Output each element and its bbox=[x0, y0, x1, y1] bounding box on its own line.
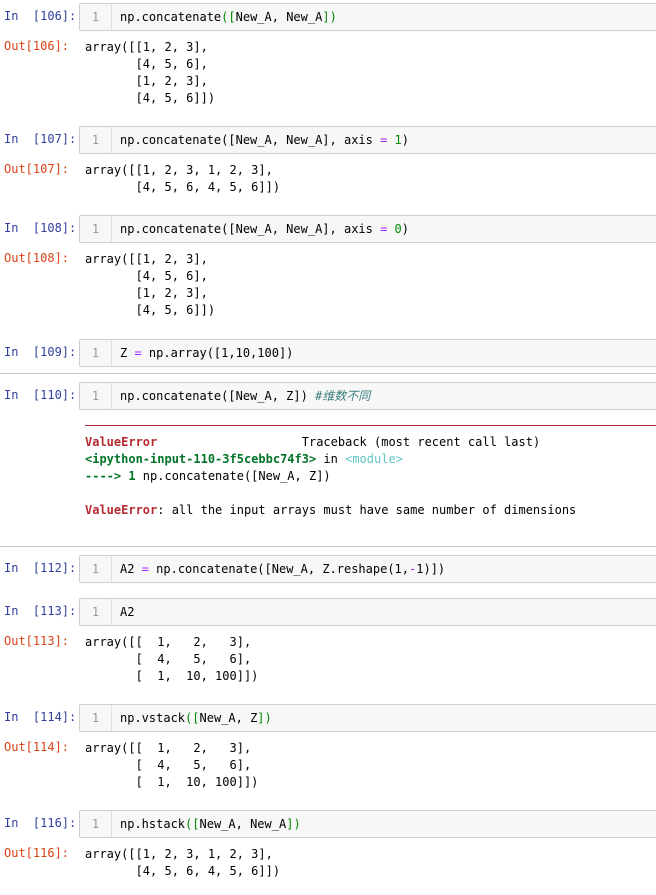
output-prompt: Out[107]: bbox=[4, 162, 70, 176]
line-number: 1 bbox=[80, 4, 112, 30]
output-line: [4, 5, 6], bbox=[85, 57, 208, 71]
cell-divider bbox=[0, 546, 656, 547]
output-prompt: Out[116]: bbox=[4, 846, 70, 860]
error-separator bbox=[85, 425, 656, 426]
code-input[interactable]: 1 Z = np.array([1,10,100]) bbox=[79, 339, 656, 367]
code-line: A2 bbox=[120, 605, 135, 619]
error-message-name: ValueError bbox=[85, 503, 158, 517]
output-line: [1, 2, 3], bbox=[85, 74, 208, 88]
line-number: 1 bbox=[80, 216, 112, 242]
line-number: 1 bbox=[80, 599, 112, 625]
output-line: array([[1, 2, 3, 1, 2, 3], bbox=[85, 163, 273, 177]
error-code: np.concatenate([New_A, Z]) bbox=[135, 469, 331, 483]
code-input[interactable]: 1 np.concatenate([New_A, New_A], axis = … bbox=[79, 215, 656, 243]
error-name: ValueError bbox=[85, 435, 158, 449]
output-area: array([[1, 2, 3, 1, 2, 3], [4, 5, 6, 4, … bbox=[85, 162, 280, 196]
output-line: [ 1, 10, 100]]) bbox=[85, 775, 259, 789]
input-prompt: In [106]: bbox=[4, 9, 77, 23]
code-input[interactable]: 1 np.concatenate([New_A, New_A], axis = … bbox=[79, 126, 656, 154]
code-line: np.concatenate([New_A, New_A], axis = 0) bbox=[120, 222, 410, 236]
output-line: [4, 5, 6]]) bbox=[85, 91, 216, 105]
output-area: array([[1, 2, 3], [4, 5, 6], [1, 2, 3], … bbox=[85, 251, 215, 319]
output-line: array([[ 1, 2, 3], bbox=[85, 635, 252, 649]
output-line: [4, 5, 6, 4, 5, 6]]) bbox=[85, 180, 281, 194]
input-prompt: In [114]: bbox=[4, 710, 77, 724]
input-prompt: In [109]: bbox=[4, 345, 77, 359]
error-arrow: ----> bbox=[85, 469, 122, 483]
error-location: <ipython-input-110-3f5cebbc74f3> bbox=[85, 452, 317, 466]
output-line: array([[1, 2, 3], bbox=[85, 252, 208, 266]
traceback-header: Traceback (most recent call last) bbox=[301, 435, 541, 449]
error-message: : all the input arrays must have same nu… bbox=[157, 503, 577, 517]
output-line: array([[1, 2, 3], bbox=[85, 40, 208, 54]
code-line: np.concatenate([New_A, Z]) #维数不同 bbox=[120, 389, 371, 403]
line-number: 1 bbox=[80, 556, 112, 582]
output-area: array([[ 1, 2, 3], [ 4, 5, 6], [ 1, 10, … bbox=[85, 740, 258, 791]
line-number: 1 bbox=[80, 383, 112, 409]
output-area: array([[1, 2, 3, 1, 2, 3], [4, 5, 6, 4, … bbox=[85, 846, 280, 880]
output-area: array([[1, 2, 3], [4, 5, 6], [1, 2, 3], … bbox=[85, 39, 215, 107]
error-output: ValueError Traceback (most recent call l… bbox=[85, 435, 577, 517]
code-input[interactable]: 1 np.concatenate([New_A, Z]) #维数不同 bbox=[79, 382, 656, 410]
input-prompt: In [116]: bbox=[4, 816, 77, 830]
output-prompt: Out[113]: bbox=[4, 634, 70, 648]
output-area: array([[ 1, 2, 3], [ 4, 5, 6], [ 1, 10, … bbox=[85, 634, 258, 685]
output-line: [ 4, 5, 6], bbox=[85, 758, 252, 772]
output-line: [4, 5, 6], bbox=[85, 269, 208, 283]
input-prompt: In [108]: bbox=[4, 221, 77, 235]
code-line: np.vstack([New_A, Z]) bbox=[120, 711, 272, 725]
output-line: [4, 5, 6]]) bbox=[85, 303, 216, 317]
output-line: [ 1, 10, 100]]) bbox=[85, 669, 259, 683]
notebook-cell-110[interactable]: In [110]: 1 np.concatenate([New_A, Z]) #… bbox=[0, 374, 656, 546]
line-number: 1 bbox=[80, 127, 112, 153]
code-input[interactable]: 1 A2 bbox=[79, 598, 656, 626]
output-line: [ 4, 5, 6], bbox=[85, 652, 252, 666]
code-line: Z = np.array([1,10,100]) bbox=[120, 346, 294, 360]
error-module: <module> bbox=[345, 452, 403, 466]
code-input[interactable]: 1 np.hstack([New_A, New_A]) bbox=[79, 810, 656, 838]
input-prompt: In [112]: bbox=[4, 561, 77, 575]
input-prompt: In [113]: bbox=[4, 604, 77, 618]
code-line: np.concatenate([New_A, New_A], axis = 1) bbox=[120, 133, 410, 147]
output-prompt: Out[106]: bbox=[4, 39, 70, 53]
line-number: 1 bbox=[80, 811, 112, 837]
code-line: np.hstack([New_A, New_A]) bbox=[120, 817, 301, 831]
output-line: array([[ 1, 2, 3], bbox=[85, 741, 252, 755]
input-prompt: In [110]: bbox=[4, 388, 77, 402]
output-prompt: Out[114]: bbox=[4, 740, 70, 754]
code-comment: #维数不同 bbox=[315, 389, 371, 403]
output-line: [4, 5, 6, 4, 5, 6]]) bbox=[85, 864, 281, 878]
code-line: np.concatenate([New_A, New_A]) bbox=[120, 10, 337, 24]
line-number: 1 bbox=[80, 705, 112, 731]
output-line: array([[1, 2, 3, 1, 2, 3], bbox=[85, 847, 273, 861]
code-input[interactable]: 1 np.concatenate([New_A, New_A]) bbox=[79, 3, 656, 31]
input-prompt: In [107]: bbox=[4, 132, 77, 146]
code-line: A2 = np.concatenate([New_A, Z.reshape(1,… bbox=[120, 562, 446, 576]
output-line: [1, 2, 3], bbox=[85, 286, 208, 300]
line-number: 1 bbox=[80, 340, 112, 366]
code-input[interactable]: 1 np.vstack([New_A, Z]) bbox=[79, 704, 656, 732]
output-prompt: Out[108]: bbox=[4, 251, 70, 265]
code-input[interactable]: 1 A2 = np.concatenate([New_A, Z.reshape(… bbox=[79, 555, 656, 583]
